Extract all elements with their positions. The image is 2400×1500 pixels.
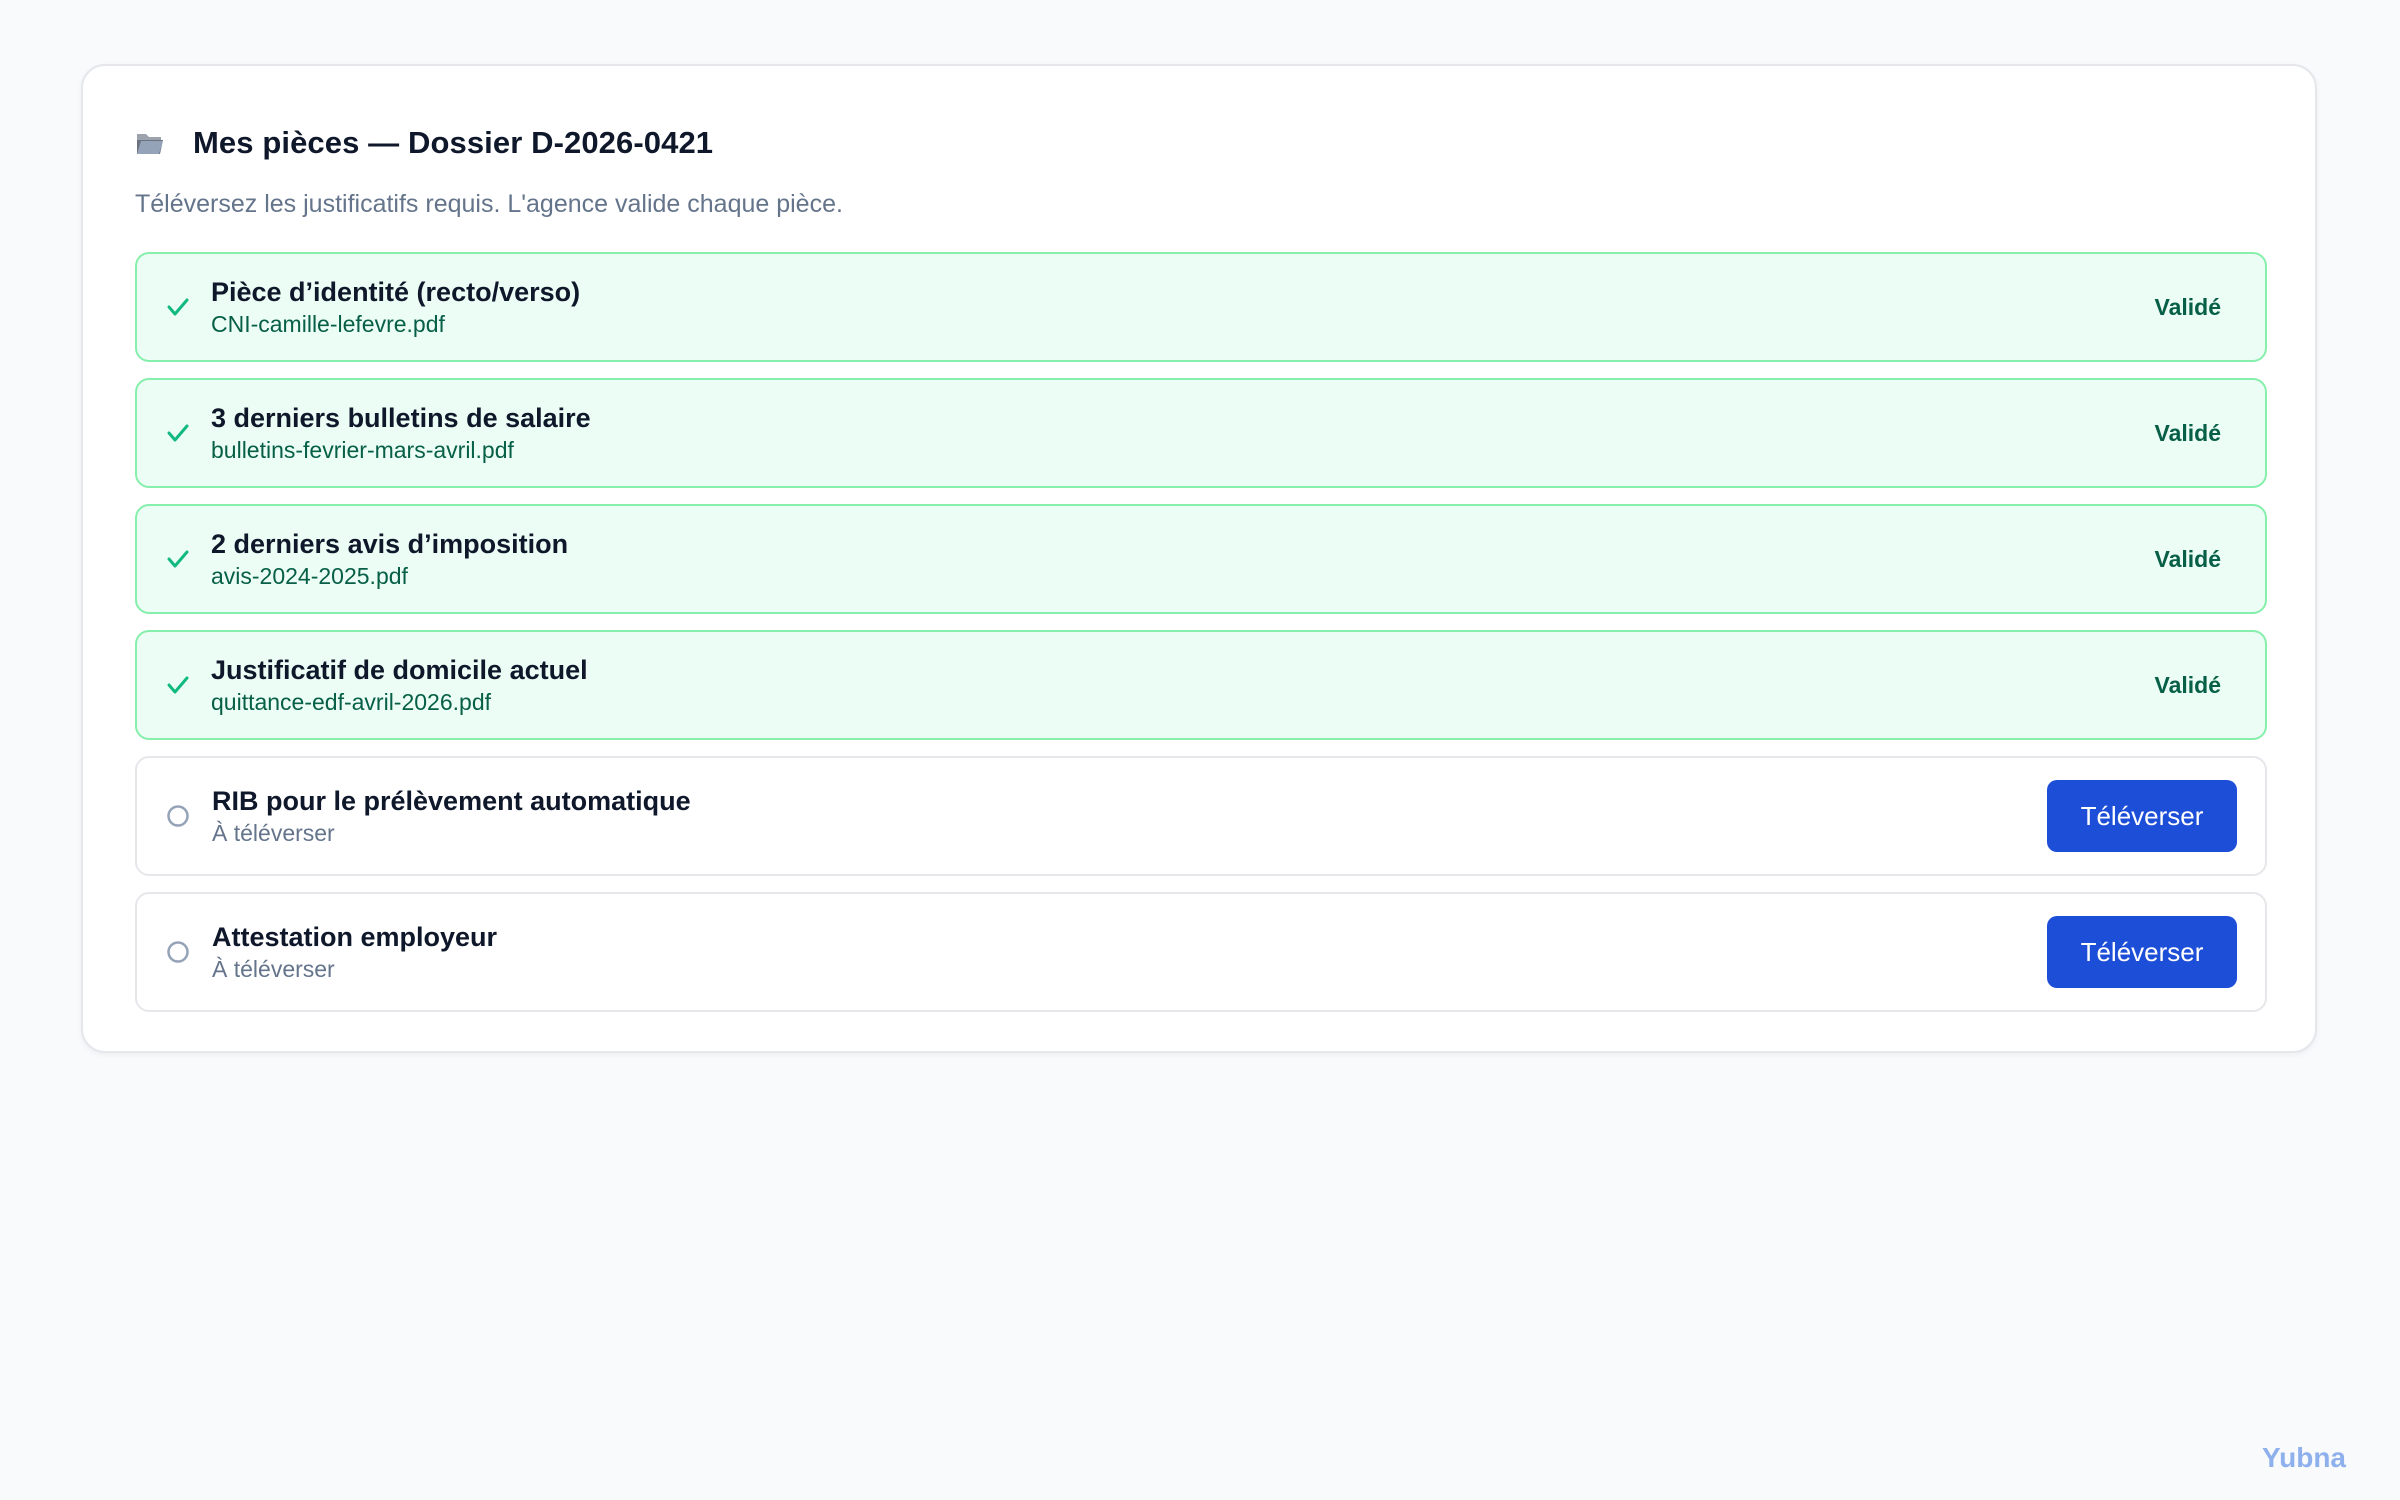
brand-logo: Yubna bbox=[2261, 1442, 2346, 1473]
check-icon bbox=[165, 546, 191, 572]
document-row-identity: Pièce d’identité (recto/verso) CNI-camil… bbox=[135, 252, 2267, 362]
document-file-link[interactable]: CNI-camille-lefevre.pdf bbox=[211, 309, 580, 339]
document-title: Pièce d’identité (recto/verso) bbox=[211, 277, 581, 307]
status-badge: Validé bbox=[2154, 419, 2221, 446]
empty-circle-icon bbox=[165, 939, 191, 965]
document-texts: 3 derniers bulletins de salaire bulletin… bbox=[211, 401, 591, 465]
page-title: Mes pièces — Dossier D-2026-0421 bbox=[193, 125, 714, 160]
document-texts: Pièce d’identité (recto/verso) CNI-camil… bbox=[211, 275, 580, 339]
check-icon bbox=[165, 294, 191, 320]
document-texts: 2 derniers avis d’imposition avis-2024-2… bbox=[211, 527, 568, 591]
pending-status: À téléverser bbox=[212, 820, 335, 846]
upload-button[interactable]: Téléverser bbox=[2047, 916, 2237, 988]
document-file-link[interactable]: bulletins-fevrier-mars-avril.pdf bbox=[211, 435, 591, 465]
open-folder-icon bbox=[135, 128, 165, 158]
document-title: 3 derniers bulletins de salaire bbox=[211, 403, 591, 433]
status-badge: Validé bbox=[2154, 293, 2221, 320]
document-texts: RIB pour le prélèvement automatique À té… bbox=[212, 784, 691, 848]
document-row-rib: RIB pour le prélèvement automatique À té… bbox=[135, 756, 2267, 876]
status-badge: Validé bbox=[2154, 671, 2221, 698]
pending-status: À téléverser bbox=[212, 956, 335, 982]
document-row-payslips: 3 derniers bulletins de salaire bulletin… bbox=[135, 378, 2267, 488]
status-badge: Validé bbox=[2154, 545, 2221, 572]
page-subtitle: Téléversez les justificatifs requis. L'a… bbox=[135, 190, 843, 218]
document-title: RIB pour le prélèvement automatique bbox=[212, 786, 691, 816]
document-file-link[interactable]: quittance-edf-avril-2026.pdf bbox=[211, 687, 588, 717]
empty-circle-icon bbox=[165, 803, 191, 829]
document-row-proof-of-address: Justificatif de domicile actuel quittanc… bbox=[135, 630, 2267, 740]
document-file-link[interactable]: avis-2024-2025.pdf bbox=[211, 561, 568, 591]
document-title: Attestation employeur bbox=[212, 922, 498, 952]
check-icon bbox=[165, 420, 191, 446]
check-icon bbox=[165, 672, 191, 698]
document-texts: Attestation employeur À téléverser bbox=[212, 920, 497, 984]
document-title: Justificatif de domicile actuel bbox=[211, 655, 588, 685]
document-texts: Justificatif de domicile actuel quittanc… bbox=[211, 653, 588, 717]
documents-card: Mes pièces — Dossier D-2026-0421 Téléver… bbox=[81, 64, 2317, 1053]
card-header: Mes pièces — Dossier D-2026-0421 bbox=[135, 118, 713, 168]
document-title: 2 derniers avis d’imposition bbox=[211, 529, 569, 559]
document-row-tax-notices: 2 derniers avis d’imposition avis-2024-2… bbox=[135, 504, 2267, 614]
upload-button[interactable]: Téléverser bbox=[2047, 780, 2237, 852]
document-row-employer-certificate: Attestation employeur À téléverser Télév… bbox=[135, 892, 2267, 1012]
